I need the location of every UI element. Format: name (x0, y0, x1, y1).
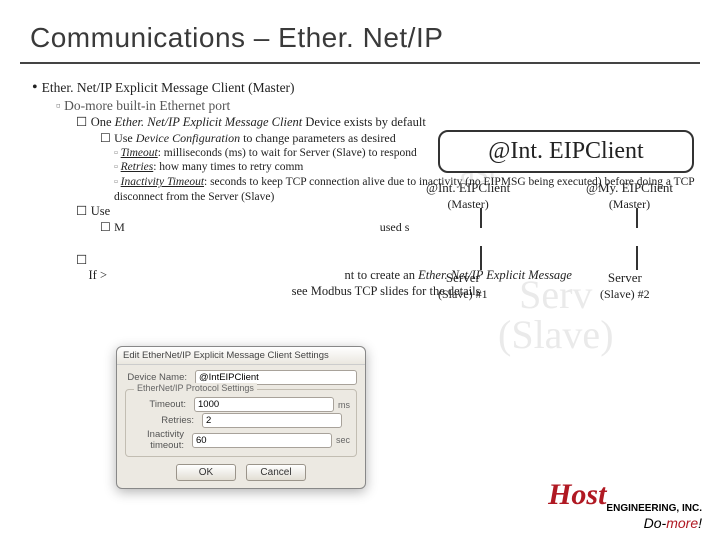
host-logo: HostENGINEERING, INC. (548, 480, 702, 514)
timeout-unit: ms (338, 400, 350, 410)
node-server-2: Server(Slave) #2 (600, 270, 650, 302)
t: Ether. Net/IP Explicit Message Client (115, 115, 303, 129)
ghost-server: Serv(Slave) (498, 275, 614, 355)
eip-client-settings-dialog: Edit EtherNet/IP Explicit Message Client… (116, 346, 366, 489)
bullet-l3: One Ether. Net/IP Explicit Message Clien… (76, 115, 710, 131)
topology-diagram: ast Serv(Slave) @Int. EIPClient @Int. EI… (420, 130, 720, 370)
t: Use (114, 131, 136, 145)
t: Device exists by default (302, 115, 426, 129)
ok-button[interactable]: OK (176, 464, 236, 481)
device-name-label: Device Name: (125, 372, 195, 383)
bullet-l1: Ether. Net/IP Explicit Message Client (M… (32, 78, 710, 98)
t: to change parameters as desired (240, 131, 396, 145)
t: : milliseconds (ms) to wait for Server (… (158, 147, 417, 159)
domore-logo: Do-more! (548, 516, 702, 530)
timeout-label: Timeout: (132, 399, 194, 410)
retries-input[interactable] (202, 413, 342, 428)
dialog-title: Edit EtherNet/IP Explicit Message Client… (117, 347, 365, 365)
bullet-l2: Do-more built-in Ethernet port (56, 98, 710, 115)
title-rule (20, 62, 700, 64)
timeout-input[interactable] (194, 397, 334, 412)
page-title: Communications – Ether. Net/IP (0, 0, 720, 62)
t: Device Configuration (136, 131, 240, 145)
node-master-2: @My. EIPClient(Master) (586, 180, 673, 212)
t: Retries (121, 161, 154, 173)
group-label: EtherNet/IP Protocol Settings (134, 383, 257, 393)
t: Inactivity Timeout (121, 176, 204, 188)
logo-area: HostENGINEERING, INC. Do-more! (548, 480, 702, 530)
inactivity-unit: sec (336, 435, 350, 445)
t: Timeout (121, 147, 158, 159)
retries-label: Retries: (132, 415, 202, 426)
inactivity-input[interactable] (192, 433, 332, 448)
inactivity-label: Inactivity timeout: (132, 429, 192, 451)
protocol-settings-group: EtherNet/IP Protocol Settings Timeout: m… (125, 389, 357, 457)
label-inteipclient: @Int. EIPClient (438, 130, 694, 173)
t: If > nt to create an (89, 268, 419, 282)
t: : how many times to retry comm (153, 161, 303, 173)
t: One (91, 115, 115, 129)
node-master-1: @Int. EIPClient(Master) (426, 180, 510, 212)
node-server-1: Server(Slave) #1 (438, 270, 488, 302)
cancel-button[interactable]: Cancel (246, 464, 306, 481)
